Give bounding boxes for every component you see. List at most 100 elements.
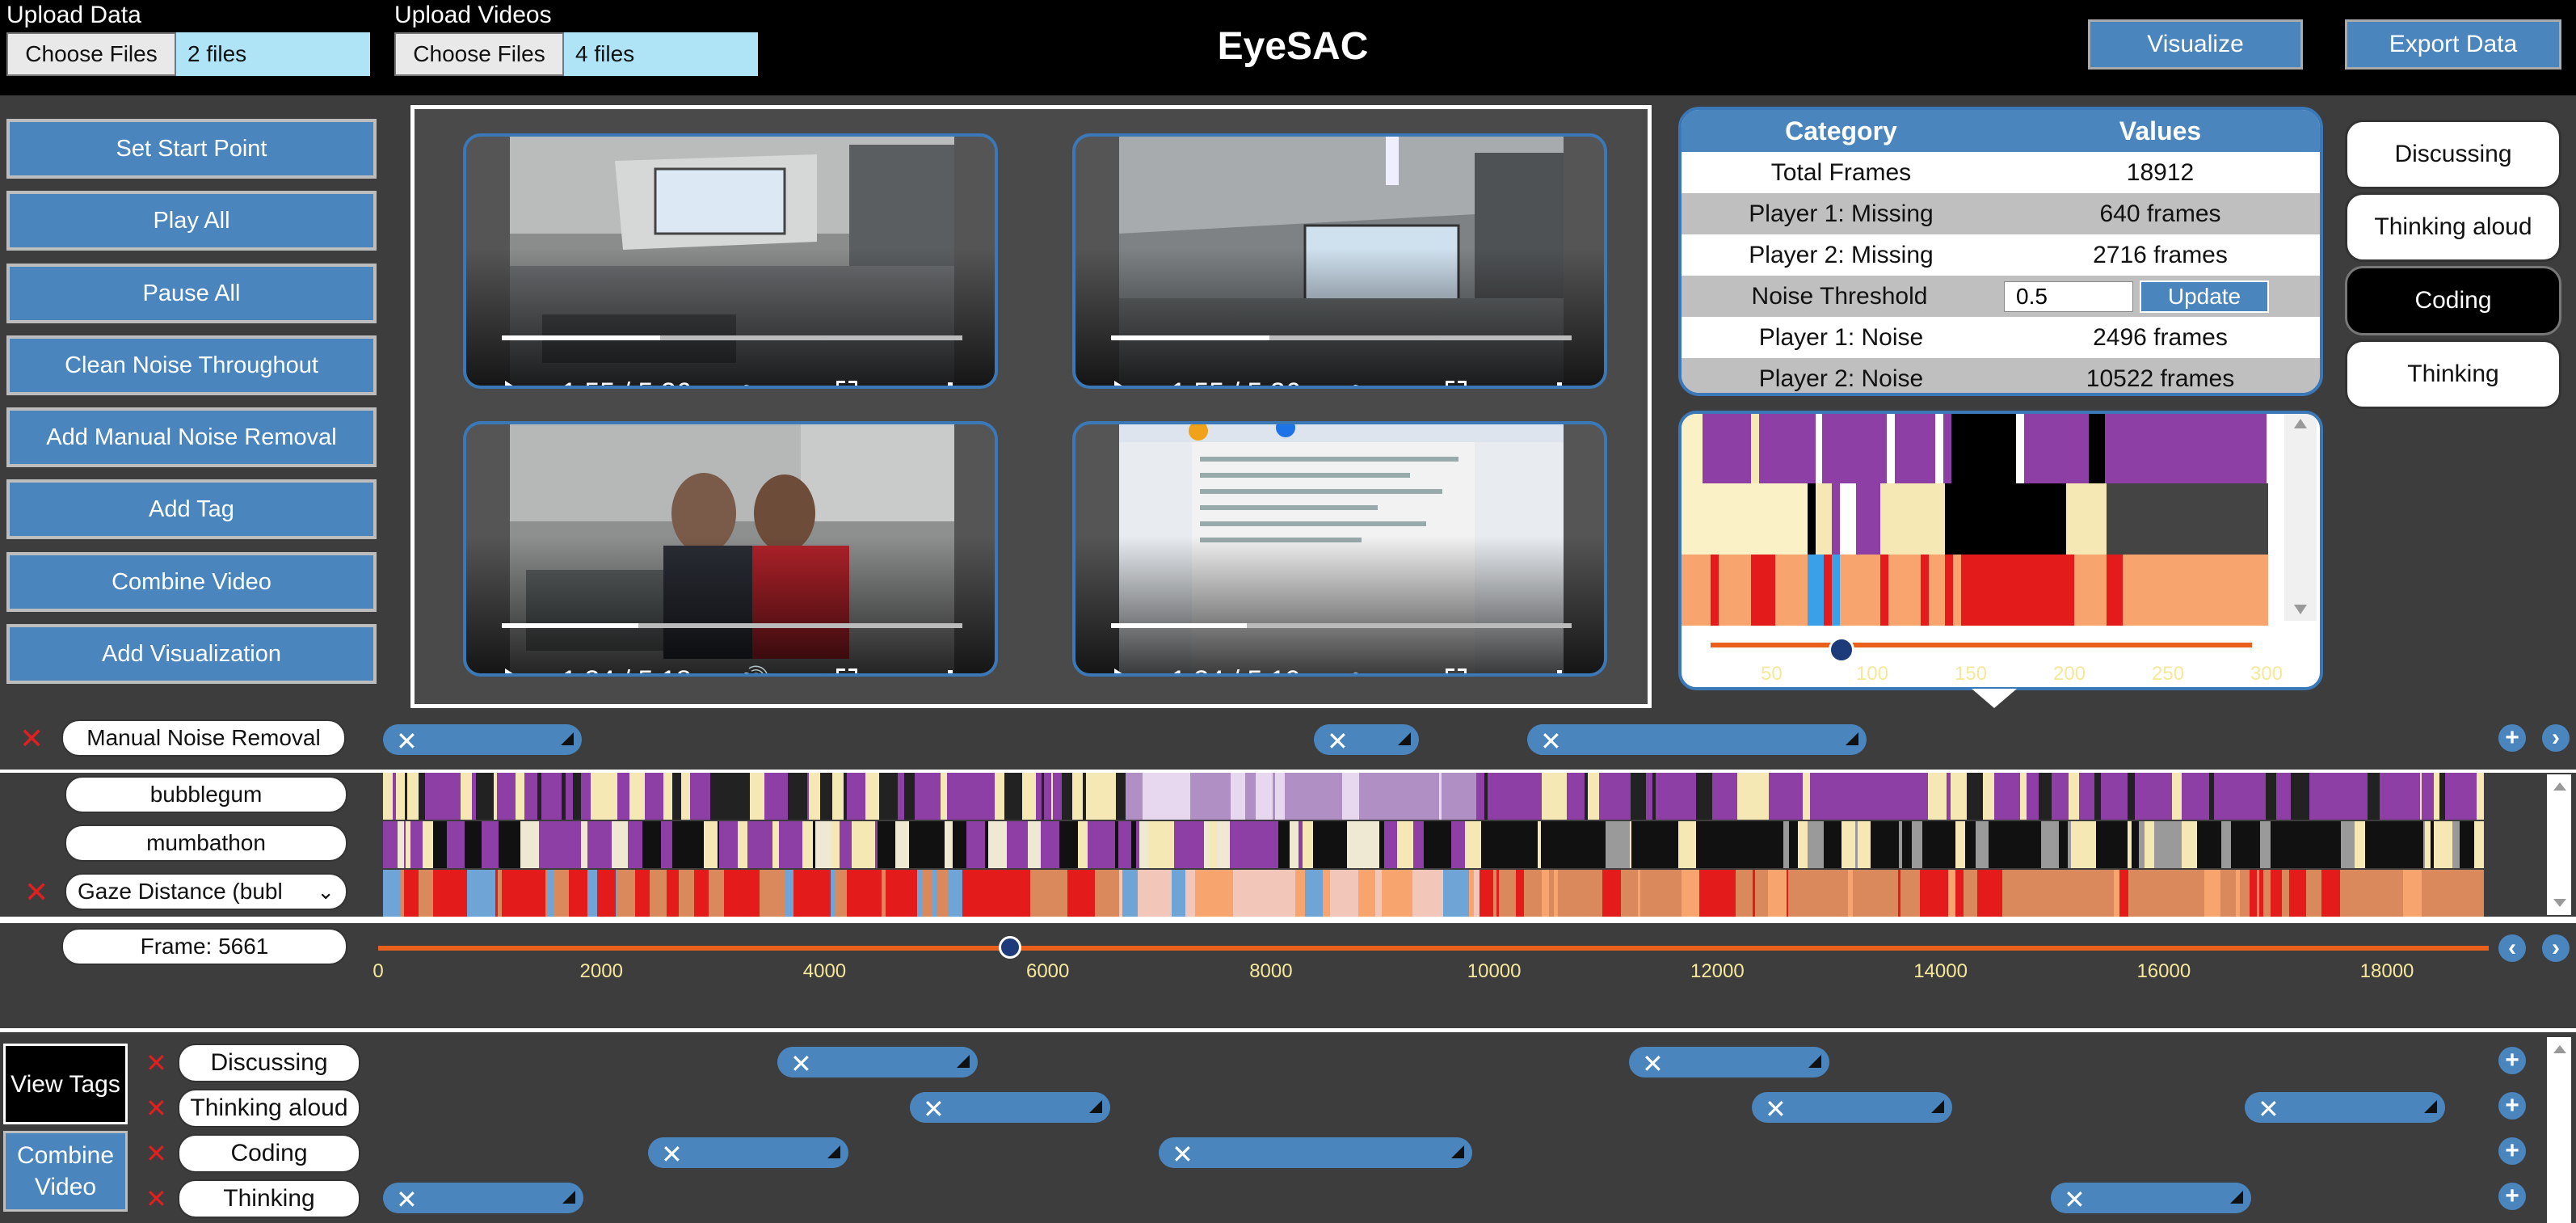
more-options-icon[interactable]: ⋮	[937, 377, 964, 386]
video-player-2[interactable]: 1:55 / 5:36 🔈 ⋮	[1072, 133, 1607, 389]
resize-handle-icon[interactable]	[957, 1055, 970, 1068]
close-icon[interactable]: ✕	[396, 726, 418, 757]
play-icon[interactable]	[1114, 381, 1134, 386]
gaze-distance-select[interactable]: Gaze Distance (bubl ⌄	[65, 873, 347, 910]
resize-handle-icon[interactable]	[2230, 1191, 2243, 1204]
combine-video-button[interactable]: Combine Video	[6, 552, 377, 612]
frame-slider-track[interactable]	[378, 946, 2489, 951]
video-player-3[interactable]: 1:34 / 5:18 🔊 ⋮	[463, 421, 998, 677]
view-tags-button[interactable]: View Tags	[3, 1044, 128, 1124]
noise-segment[interactable]: ✕	[1527, 724, 1867, 757]
tag-segment[interactable]: ✕	[1159, 1137, 1472, 1170]
chevron-left-icon[interactable]: ‹	[2498, 934, 2526, 962]
close-icon[interactable]: ✕	[790, 1048, 812, 1079]
tag-segment[interactable]: ✕	[1629, 1047, 1829, 1078]
add-noise-segment-icon[interactable]: +	[2498, 724, 2526, 752]
video-player-1[interactable]: 1:55 / 5:36 🔈 ⋮	[463, 133, 998, 389]
chevron-right-icon[interactable]: ›	[2542, 934, 2570, 962]
resize-handle-icon[interactable]	[1931, 1100, 1944, 1113]
tag-segment[interactable]: ✕	[2051, 1183, 2251, 1215]
frame-slider-handle[interactable]	[998, 936, 1021, 959]
close-icon[interactable]: ✕	[396, 1184, 418, 1215]
add-tag-segment-icon[interactable]: +	[2498, 1183, 2526, 1210]
resize-handle-icon[interactable]	[1451, 1145, 1464, 1158]
volume-icon[interactable]: 🔈	[1345, 665, 1379, 673]
close-icon[interactable]: ✕	[1642, 1048, 1664, 1079]
fullscreen-icon[interactable]	[1446, 381, 1467, 386]
close-icon[interactable]: ✕	[1172, 1139, 1193, 1170]
tag-category-discussing[interactable]: Discussing	[2345, 120, 2561, 189]
volume-icon[interactable]: 🔈	[736, 377, 770, 386]
more-options-icon[interactable]: ⋮	[1546, 377, 1573, 386]
video-progress-2[interactable]	[1111, 335, 1572, 340]
fullscreen-icon[interactable]	[836, 381, 857, 386]
noise-segment[interactable]: ✕	[1314, 724, 1419, 757]
add-manual-noise-removal-button[interactable]: Add Manual Noise Removal	[6, 407, 377, 467]
chevron-right-icon[interactable]: ›	[2542, 724, 2570, 752]
add-tag-segment-icon[interactable]: +	[2498, 1047, 2526, 1074]
video-progress-3[interactable]	[502, 623, 962, 628]
close-icon[interactable]: ✕	[1765, 1094, 1787, 1124]
resize-handle-icon[interactable]	[561, 732, 574, 745]
remove-tag-icon[interactable]: ✕	[145, 1186, 167, 1212]
play-icon[interactable]	[505, 381, 524, 386]
tag-segment[interactable]: ✕	[910, 1092, 1110, 1124]
mini-slider-handle[interactable]	[1829, 637, 1854, 663]
add-tag-segment-icon[interactable]: +	[2498, 1092, 2526, 1120]
set-start-point-button[interactable]: Set Start Point	[6, 119, 377, 179]
tag-category-coding[interactable]: Coding	[2345, 266, 2561, 335]
resize-handle-icon[interactable]	[827, 1145, 840, 1158]
close-icon[interactable]: ✕	[1327, 726, 1349, 757]
resize-handle-icon[interactable]	[2424, 1100, 2437, 1113]
visualize-button[interactable]: Visualize	[2088, 19, 2303, 70]
noise-threshold-input[interactable]	[2004, 280, 2133, 312]
pause-all-button[interactable]: Pause All	[6, 264, 377, 323]
more-options-icon[interactable]: ⋮	[937, 665, 964, 673]
video-progress-1[interactable]	[502, 335, 962, 340]
play-all-button[interactable]: Play All	[6, 191, 377, 251]
play-icon[interactable]	[1114, 668, 1134, 673]
add-visualization-button[interactable]: Add Visualization	[6, 624, 377, 684]
fullscreen-icon[interactable]	[836, 668, 857, 673]
tag-category-thinking-aloud[interactable]: Thinking aloud	[2345, 192, 2561, 262]
close-icon[interactable]: ✕	[2258, 1094, 2279, 1124]
close-icon[interactable]: ✕	[923, 1094, 945, 1124]
play-icon[interactable]	[505, 668, 524, 673]
more-options-icon[interactable]: ⋮	[1546, 665, 1573, 673]
tag-segment[interactable]: ✕	[777, 1047, 978, 1078]
tags-scrollbar[interactable]	[2547, 1037, 2571, 1223]
resize-handle-icon[interactable]	[1808, 1055, 1821, 1068]
clean-noise-button[interactable]: Clean Noise Throughout	[6, 335, 377, 395]
video-player-4[interactable]: 1:34 / 5:19 🔈 ⋮	[1072, 421, 1607, 677]
remove-tag-icon[interactable]: ✕	[145, 1095, 167, 1121]
choose-data-files-button[interactable]: Choose Files	[6, 32, 176, 76]
remove-tag-icon[interactable]: ✕	[145, 1050, 167, 1076]
noise-segment[interactable]: ✕	[383, 724, 582, 757]
tag-segment[interactable]: ✕	[383, 1183, 583, 1215]
tag-segment[interactable]: ✕	[1752, 1092, 1952, 1124]
volume-icon[interactable]: 🔈	[1345, 377, 1379, 386]
resize-handle-icon[interactable]	[1089, 1100, 1102, 1113]
close-icon[interactable]: ✕	[1540, 726, 1562, 757]
update-threshold-button[interactable]: Update	[2140, 280, 2269, 313]
video-progress-4[interactable]	[1111, 623, 1572, 628]
choose-video-files-button[interactable]: Choose Files	[394, 32, 564, 76]
add-tag-button[interactable]: Add Tag	[6, 479, 377, 539]
close-icon[interactable]: ✕	[2064, 1184, 2086, 1215]
resize-handle-icon[interactable]	[1398, 732, 1411, 745]
remove-tag-icon[interactable]: ✕	[145, 1141, 167, 1166]
close-icon[interactable]: ✕	[661, 1139, 683, 1170]
volume-icon[interactable]: 🔊	[736, 665, 770, 673]
resize-handle-icon[interactable]	[1846, 732, 1858, 745]
resize-handle-icon[interactable]	[562, 1191, 575, 1204]
fullscreen-icon[interactable]	[1446, 668, 1467, 673]
export-data-button[interactable]: Export Data	[2345, 19, 2561, 70]
remove-noise-track-icon[interactable]: ✕	[19, 724, 44, 753]
remove-track-icon[interactable]: ✕	[24, 878, 48, 907]
tag-segment[interactable]: ✕	[648, 1137, 848, 1170]
tag-category-thinking[interactable]: Thinking	[2345, 339, 2561, 409]
combine-video-panel-button[interactable]: Combine Video	[3, 1131, 128, 1212]
add-tag-segment-icon[interactable]: +	[2498, 1137, 2526, 1165]
heatmap-scrollbar[interactable]	[2547, 774, 2571, 915]
tag-segment[interactable]: ✕	[2245, 1092, 2445, 1124]
